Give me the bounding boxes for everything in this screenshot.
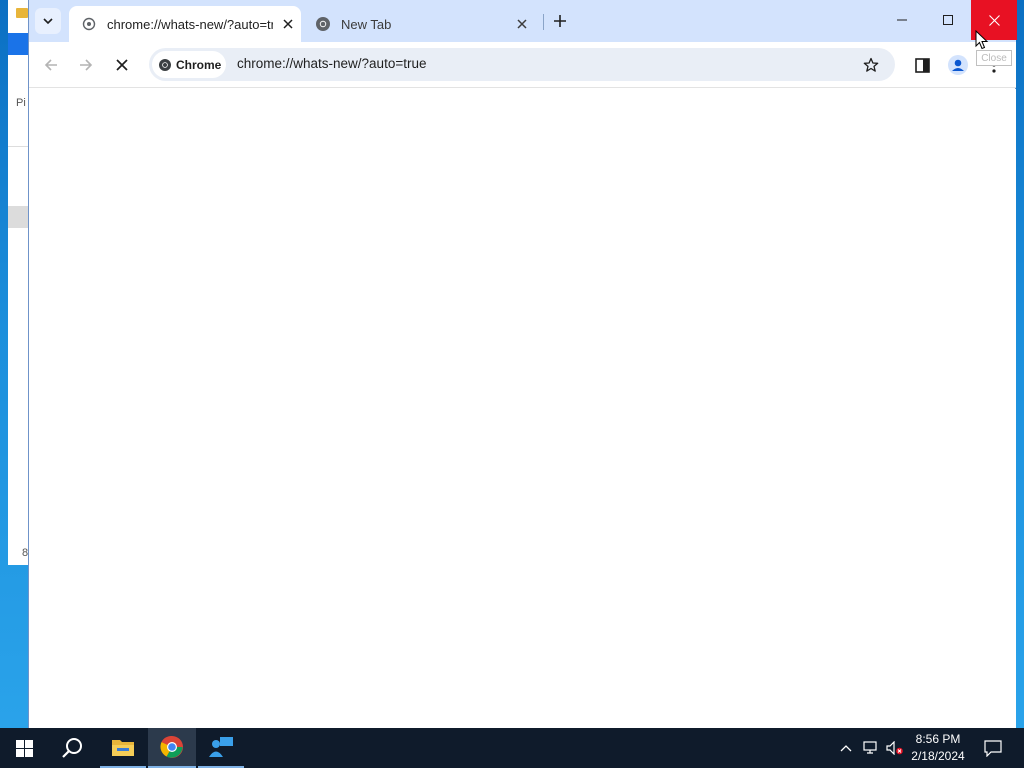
toolbar: Chrome chrome://whats-new/?auto=true [29, 42, 1016, 88]
tab-separator [543, 14, 544, 30]
close-icon [283, 19, 293, 29]
file-explorer-icon [112, 740, 134, 756]
system-clock[interactable]: 8:56 PM 2/18/2024 [902, 731, 974, 765]
profile-icon [948, 55, 968, 75]
tray-chevron-icon [840, 745, 852, 752]
minimize-button[interactable] [879, 0, 925, 40]
close-tooltip: Close [976, 50, 1012, 66]
show-hidden-icons-button[interactable] [836, 728, 856, 768]
chrome-logo-icon [315, 16, 331, 32]
back-arrow-icon [44, 59, 57, 71]
tab-whats-new[interactable]: chrome://whats-new/?auto=true [69, 6, 301, 42]
network-icon [863, 741, 877, 754]
close-tab-button[interactable] [279, 15, 297, 33]
profile-button[interactable] [944, 51, 972, 79]
tab-new-tab[interactable]: New Tab [307, 6, 537, 42]
stop-loading-button[interactable] [108, 51, 136, 79]
url-text[interactable]: chrome://whats-new/?auto=true [237, 56, 426, 71]
maximize-icon [943, 15, 953, 25]
stop-icon [116, 59, 128, 71]
mouse-cursor-icon [975, 30, 989, 50]
back-button[interactable] [37, 51, 65, 79]
globe-icon [81, 16, 97, 32]
page-content[interactable] [29, 89, 1016, 728]
tab-search-icon [43, 18, 53, 25]
windows-start-icon [15, 739, 33, 757]
site-info-chip[interactable]: Chrome [152, 51, 226, 78]
tab-search-button[interactable] [35, 8, 61, 34]
chrome-logo-icon [159, 58, 171, 71]
maximize-button[interactable] [925, 0, 971, 40]
notification-icon [984, 739, 1002, 757]
star-icon [863, 57, 879, 72]
people-app-icon [209, 737, 233, 757]
network-status[interactable] [860, 728, 882, 768]
plus-icon [554, 15, 566, 27]
close-tab-button[interactable] [513, 15, 531, 33]
forward-button[interactable] [72, 51, 100, 79]
side-panel-button[interactable] [908, 51, 936, 79]
close-icon [988, 14, 1000, 26]
notification-center-button[interactable] [976, 728, 1010, 768]
chip-label: Chrome [176, 57, 222, 72]
start-button[interactable] [0, 728, 48, 768]
chrome-window: chrome://whats-new/?auto=true New Tab Ch… [28, 0, 1017, 728]
bookmark-button[interactable] [859, 53, 883, 77]
search-button[interactable] [48, 728, 96, 768]
clock-time: 8:56 PM [915, 732, 961, 746]
side-panel-icon [914, 57, 930, 73]
tab-title: New Tab [341, 16, 392, 32]
address-bar[interactable]: Chrome chrome://whats-new/?auto=true [149, 48, 895, 81]
taskbar-file-explorer[interactable] [100, 728, 146, 768]
taskbar: 8:56 PM 2/18/2024 [0, 728, 1024, 768]
title-bar: chrome://whats-new/?auto=true New Tab [29, 0, 1017, 42]
taskbar-chrome[interactable] [148, 728, 196, 768]
close-icon [517, 19, 527, 29]
minimize-icon [897, 19, 907, 21]
new-tab-button[interactable] [549, 10, 571, 32]
search-icon [62, 738, 82, 758]
clock-date: 2/18/2024 [911, 749, 965, 763]
folder-icon [16, 8, 28, 18]
tab-title: chrome://whats-new/?auto=true [107, 16, 273, 32]
background-window-label: Pi [16, 97, 26, 109]
taskbar-people-app[interactable] [198, 728, 244, 768]
chrome-icon [160, 735, 183, 758]
forward-arrow-icon [80, 59, 93, 71]
